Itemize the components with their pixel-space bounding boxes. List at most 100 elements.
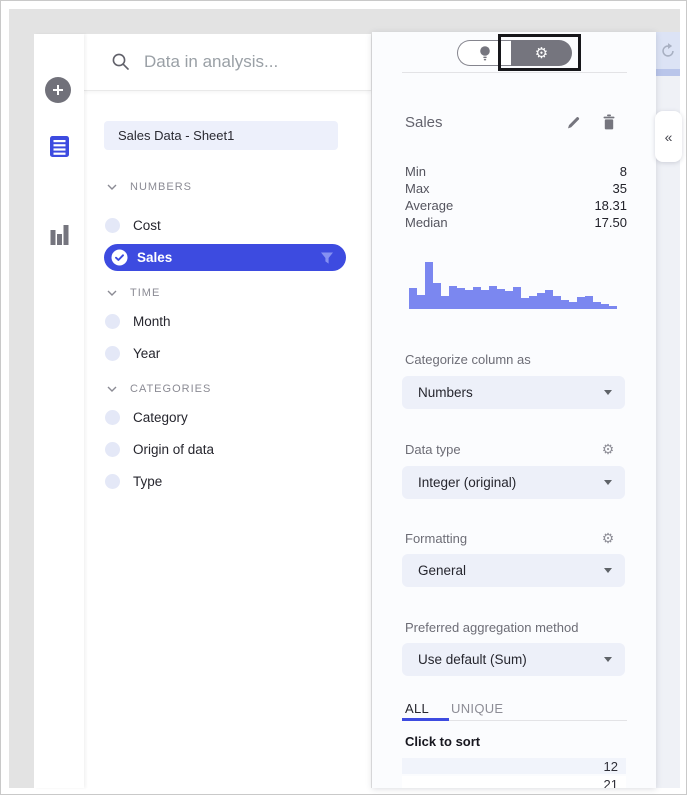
column-bullet bbox=[105, 474, 120, 489]
histogram-bar bbox=[433, 283, 441, 309]
histogram-bar bbox=[465, 290, 473, 309]
data-in-analysis-tab[interactable] bbox=[47, 134, 71, 158]
data-table-icon bbox=[49, 135, 70, 158]
histogram-bar bbox=[457, 288, 465, 309]
histogram-bar bbox=[553, 296, 561, 309]
data-type-settings-gear-icon[interactable]: ⚙ bbox=[600, 441, 616, 457]
column-label: Cost bbox=[133, 218, 161, 233]
field-label-formatting: Formatting bbox=[405, 529, 467, 547]
histogram-bar bbox=[505, 291, 513, 309]
click-to-sort-header[interactable]: Click to sort bbox=[405, 732, 480, 750]
column-details-panel: ⚙ Sales Min 8 Max 35 Average bbox=[372, 32, 656, 788]
section-label: NUMBERS bbox=[130, 181, 192, 193]
column-label: Category bbox=[133, 410, 188, 425]
data-source-chip[interactable]: Sales Data - Sheet1 bbox=[104, 121, 338, 150]
visualization-toolbar-fragment bbox=[656, 32, 680, 69]
column-item-category[interactable]: Category bbox=[84, 403, 371, 431]
aggregation-select[interactable]: Use default (Sum) bbox=[402, 643, 625, 676]
histogram-bar bbox=[609, 306, 617, 309]
column-label: Sales bbox=[137, 250, 172, 265]
annotation-highlight-box bbox=[498, 34, 581, 71]
histogram-bar bbox=[537, 293, 545, 309]
column-item-month[interactable]: Month bbox=[84, 307, 371, 335]
stat-row: Max 35 bbox=[405, 180, 627, 197]
column-item-type[interactable]: Type bbox=[84, 467, 371, 495]
histogram-bar bbox=[601, 304, 609, 309]
stat-label: Average bbox=[405, 198, 453, 213]
caret-down-icon bbox=[604, 390, 612, 395]
histogram-bar bbox=[561, 300, 569, 309]
plus-icon bbox=[51, 83, 65, 97]
column-statistics: Min 8 Max 35 Average 18.31 Median 17.50 bbox=[405, 163, 627, 231]
formatting-select[interactable]: General bbox=[402, 554, 625, 587]
histogram-bar bbox=[441, 296, 449, 309]
section-label: TIME bbox=[130, 287, 160, 299]
histogram bbox=[409, 262, 617, 309]
histogram-bar bbox=[513, 287, 521, 309]
histogram-bar bbox=[409, 288, 417, 309]
value-row: 21 bbox=[402, 776, 626, 788]
trash-icon bbox=[602, 114, 616, 130]
edit-column-button[interactable] bbox=[563, 112, 583, 132]
column-label: Month bbox=[133, 314, 171, 329]
column-header: Sales bbox=[405, 112, 626, 132]
column-title: Sales bbox=[405, 114, 443, 131]
filter-funnel-icon[interactable] bbox=[320, 251, 334, 265]
caret-down-icon bbox=[604, 657, 612, 662]
lightbulb-icon bbox=[478, 45, 492, 62]
field-label-data-type: Data type bbox=[405, 440, 461, 458]
column-bullet bbox=[105, 410, 120, 425]
visualization-types-tab[interactable] bbox=[47, 222, 71, 246]
select-value: Use default (Sum) bbox=[418, 652, 527, 667]
stat-value: 18.31 bbox=[594, 198, 627, 213]
column-item-origin-of-data[interactable]: Origin of data bbox=[84, 435, 371, 463]
collapse-panel-button[interactable]: « bbox=[655, 111, 682, 162]
categorize-column-select[interactable]: Numbers bbox=[402, 376, 625, 409]
histogram-bar bbox=[489, 286, 497, 309]
caret-down-icon bbox=[604, 568, 612, 573]
stat-row: Min 8 bbox=[405, 163, 627, 180]
pencil-icon bbox=[566, 115, 581, 130]
stat-value: 35 bbox=[613, 181, 627, 196]
histogram-bar bbox=[521, 298, 529, 309]
stat-value: 8 bbox=[620, 164, 627, 179]
data-type-select[interactable]: Integer (original) bbox=[402, 466, 625, 499]
refresh-icon[interactable] bbox=[658, 41, 678, 61]
tab-unique[interactable]: UNIQUE bbox=[451, 701, 503, 716]
check-circle-icon bbox=[111, 249, 128, 266]
histogram-bar bbox=[569, 302, 577, 309]
formatting-settings-gear-icon[interactable]: ⚙ bbox=[600, 530, 616, 546]
section-header-numbers[interactable]: NUMBERS bbox=[84, 177, 371, 197]
tab-all[interactable]: ALL bbox=[405, 701, 429, 716]
delete-column-button[interactable] bbox=[599, 112, 619, 132]
column-label: Year bbox=[133, 346, 160, 361]
select-value: Numbers bbox=[418, 385, 473, 400]
column-item-cost[interactable]: Cost bbox=[84, 211, 371, 239]
field-label-aggregation: Preferred aggregation method bbox=[405, 618, 578, 636]
histogram-bar bbox=[417, 295, 425, 309]
section-header-categories[interactable]: CATEGORIES bbox=[84, 379, 371, 399]
bar-chart-icon bbox=[49, 223, 70, 246]
column-item-year[interactable]: Year bbox=[84, 339, 371, 367]
histogram-bar bbox=[481, 290, 489, 309]
add-data-button[interactable] bbox=[45, 77, 71, 103]
caret-down-icon bbox=[604, 480, 612, 485]
column-bullet bbox=[105, 442, 120, 457]
left-icon-rail bbox=[34, 34, 84, 788]
section-header-time[interactable]: TIME bbox=[84, 283, 371, 303]
column-item-sales-selected[interactable]: Sales bbox=[104, 244, 346, 271]
histogram-bar bbox=[585, 296, 593, 309]
histogram-bar bbox=[473, 287, 481, 309]
chevron-down-icon bbox=[107, 386, 117, 392]
column-bullet bbox=[105, 346, 120, 361]
values-tabs: ALL UNIQUE bbox=[405, 698, 503, 718]
select-value: Integer (original) bbox=[418, 475, 516, 490]
stat-label: Min bbox=[405, 164, 426, 179]
field-label-categorize: Categorize column as bbox=[405, 350, 531, 368]
chevron-down-icon bbox=[107, 184, 117, 190]
histogram-bar bbox=[425, 262, 433, 309]
histogram-bar bbox=[577, 297, 585, 309]
visualization-strip-fragment bbox=[656, 69, 680, 76]
column-bullet bbox=[105, 218, 120, 233]
search-input[interactable] bbox=[144, 52, 334, 72]
